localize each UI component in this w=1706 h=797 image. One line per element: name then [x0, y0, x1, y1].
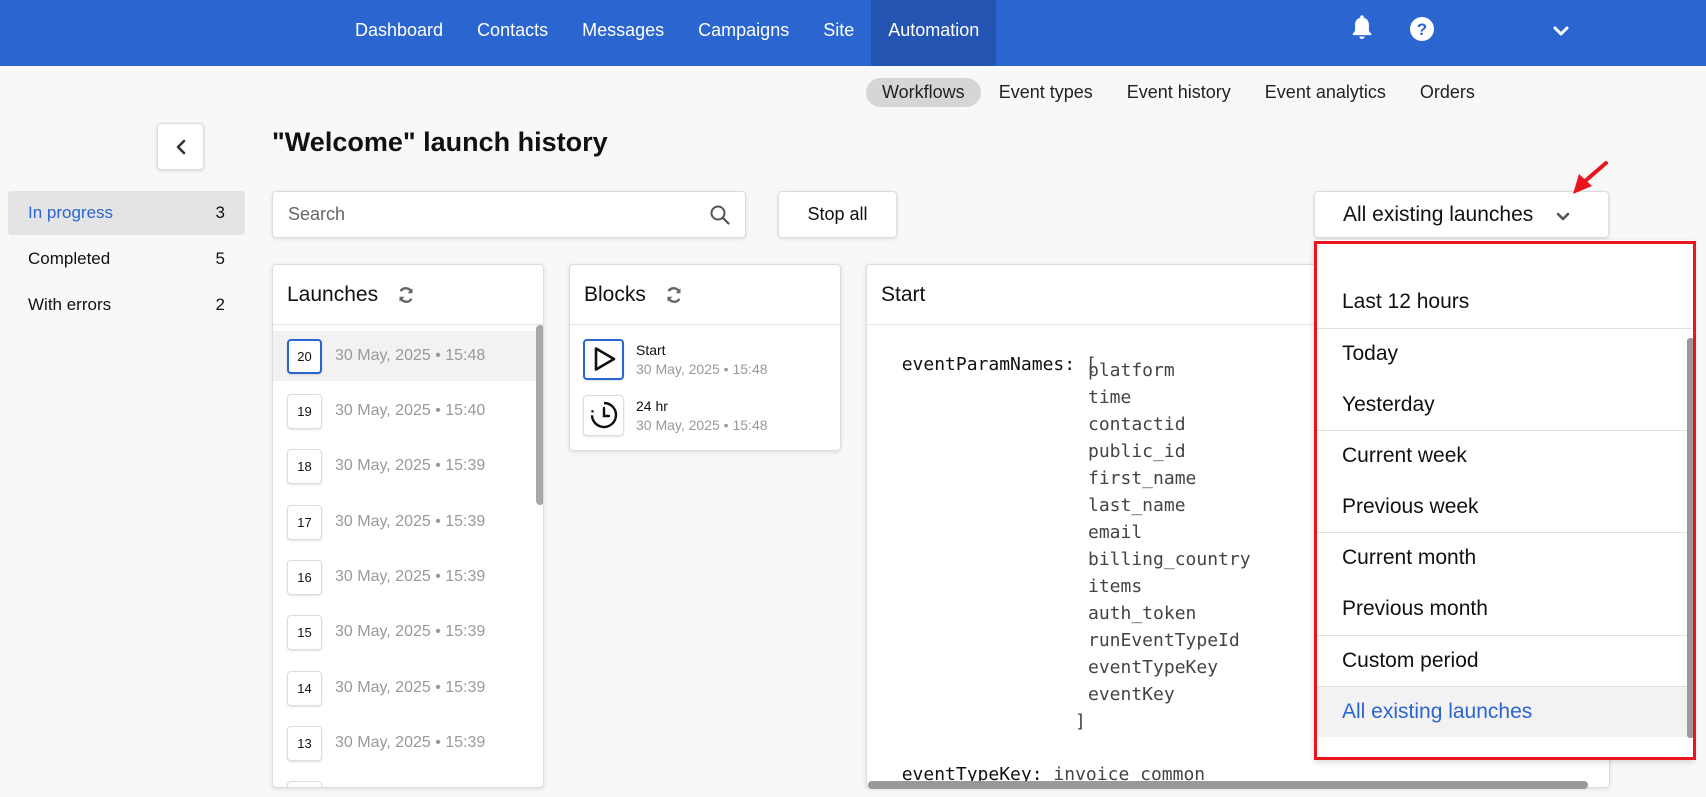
- filter-in-progress[interactable]: In progress 3: [8, 191, 245, 235]
- block-row-24hr[interactable]: 24 hr 30 May, 2025 • 15:48: [570, 388, 840, 442]
- param-name: first_name: [1088, 468, 1197, 489]
- nav-site[interactable]: Site: [806, 0, 871, 66]
- block-row-start[interactable]: Start 30 May, 2025 • 15:48: [570, 332, 840, 386]
- launch-row[interactable]: 19 30 May, 2025 • 15:40: [273, 386, 543, 436]
- launch-number: 19: [287, 393, 322, 429]
- period-dropdown[interactable]: All existing launches: [1314, 191, 1609, 238]
- nav-campaigns[interactable]: Campaigns: [681, 0, 806, 66]
- page-title: "Welcome" launch history: [272, 127, 608, 157]
- nav-messages[interactable]: Messages: [565, 0, 681, 66]
- detail-horizontal-scrollbar[interactable]: [868, 781, 1588, 789]
- nav-dashboard[interactable]: Dashboard: [338, 0, 460, 66]
- launch-row[interactable]: 20 30 May, 2025 • 15:48: [273, 331, 543, 381]
- top-navbar: Dashboard Contacts Messages Campaigns Si…: [0, 0, 1706, 66]
- chevron-down-icon: [1556, 212, 1570, 221]
- launches-scrollbar[interactable]: [536, 325, 543, 505]
- launch-date: 30 May, 2025 • 15:39: [335, 457, 486, 474]
- search-box: [272, 191, 746, 238]
- launch-number: 17: [287, 504, 322, 540]
- detail-title: Start: [881, 282, 926, 306]
- launch-date: 30 May, 2025 • 15:39: [335, 679, 486, 696]
- launch-row[interactable]: 15 30 May, 2025 • 15:39: [273, 607, 543, 657]
- search-icon[interactable]: [709, 204, 731, 226]
- filter-count: 3: [215, 203, 225, 222]
- play-icon: [583, 338, 624, 380]
- param-name: time: [1088, 387, 1132, 408]
- stop-all-button[interactable]: Stop all: [778, 191, 897, 238]
- param-name: eventTypeKey: [1088, 657, 1219, 678]
- search-input[interactable]: [273, 192, 693, 237]
- period-dropdown-value: All existing launches: [1343, 202, 1534, 226]
- account-chevron-down-icon[interactable]: [1552, 22, 1570, 40]
- launch-date: 30 May, 2025 • 15:39: [335, 734, 486, 751]
- launch-date: 30 May, 2025 • 15:39: [335, 623, 486, 640]
- launch-number: 14: [287, 670, 322, 706]
- param-name: auth_token: [1088, 603, 1197, 624]
- launch-date: 30 May, 2025 • 15:48: [335, 347, 486, 364]
- subnav-workflows[interactable]: Workflows: [866, 78, 981, 107]
- filter-count: 2: [215, 295, 225, 314]
- param-name: billing_country: [1088, 549, 1251, 570]
- launch-date: 30 May, 2025 • 15:40: [335, 402, 486, 419]
- launch-number: 16: [287, 559, 322, 595]
- filter-count: 5: [215, 249, 225, 268]
- launch-number: 18: [287, 448, 322, 484]
- chevron-left-icon: [176, 139, 185, 154]
- launch-date: 30 May, 2025 • 15:39: [335, 513, 486, 530]
- param-name: eventKey: [1088, 684, 1175, 705]
- filter-label: Completed: [28, 249, 111, 268]
- back-button[interactable]: [157, 123, 204, 170]
- nav-automation[interactable]: Automation: [871, 0, 997, 66]
- launch-number: 20: [287, 338, 322, 374]
- svg-text:?: ?: [1417, 20, 1427, 39]
- param-name: items: [1088, 576, 1143, 597]
- main-nav: Dashboard Contacts Messages Campaigns Si…: [338, 0, 997, 66]
- refresh-icon[interactable]: [664, 285, 684, 305]
- subnav-event-history[interactable]: Event history: [1111, 78, 1247, 107]
- launch-row[interactable]: 18 30 May, 2025 • 15:39: [273, 441, 543, 491]
- annotation-arrow-icon: [1573, 161, 1608, 194]
- blocks-header: Blocks: [570, 265, 840, 325]
- param-name: public_id: [1088, 441, 1186, 462]
- blocks-title: Blocks: [584, 282, 646, 306]
- timer-icon: [583, 394, 624, 436]
- blocks-panel: Blocks Start 30 May, 2025 • 15:48 24 hr …: [569, 264, 841, 451]
- launch-number: 15: [287, 614, 322, 650]
- block-name: 24 hr: [636, 397, 668, 414]
- subnav-event-types[interactable]: Event types: [983, 78, 1109, 107]
- param-name: contactid: [1088, 414, 1186, 435]
- filter-completed[interactable]: Completed 5: [8, 237, 245, 281]
- launch-row[interactable]: 14 30 May, 2025 • 15:39: [273, 663, 543, 713]
- launch-row[interactable]: 17 30 May, 2025 • 15:39: [273, 497, 543, 547]
- launch-number: 13: [287, 725, 322, 761]
- block-date: 30 May, 2025 • 15:48: [636, 416, 768, 433]
- launch-row[interactable]: 13 30 May, 2025 • 15:39: [273, 718, 543, 768]
- block-name: Start: [636, 341, 666, 358]
- bell-icon[interactable]: [1348, 13, 1376, 43]
- code-bracket-close: ]: [1075, 711, 1086, 732]
- refresh-icon[interactable]: [396, 285, 416, 305]
- param-name: last_name: [1088, 495, 1186, 516]
- launch-date: 30 May, 2025 • 15:39: [335, 568, 486, 585]
- launches-panel: Launches 20 30 May, 2025 • 15:48 19 30 M…: [272, 264, 544, 788]
- subnav-orders[interactable]: Orders: [1404, 78, 1491, 107]
- filter-with-errors[interactable]: With errors 2: [8, 283, 245, 327]
- sub-nav: Workflows Event types Event history Even…: [866, 78, 1491, 107]
- launches-header: Launches: [273, 265, 543, 325]
- block-date: 30 May, 2025 • 15:48: [636, 360, 768, 377]
- code-key: eventParamNames:: [901, 354, 1076, 375]
- param-name: runEventTypeId: [1088, 630, 1240, 651]
- filter-label: With errors: [28, 295, 112, 314]
- subnav-event-analytics[interactable]: Event analytics: [1249, 78, 1402, 107]
- filter-label: In progress: [28, 203, 114, 222]
- annotation-highlight-box: [1314, 241, 1696, 760]
- param-name: email: [1088, 522, 1143, 543]
- launch-row[interactable]: 16 30 May, 2025 • 15:39: [273, 552, 543, 602]
- help-icon[interactable]: ?: [1409, 16, 1435, 42]
- nav-contacts[interactable]: Contacts: [460, 0, 565, 66]
- launches-title: Launches: [287, 282, 379, 306]
- param-name: platform: [1088, 360, 1175, 381]
- launch-number-partial: [287, 781, 322, 787]
